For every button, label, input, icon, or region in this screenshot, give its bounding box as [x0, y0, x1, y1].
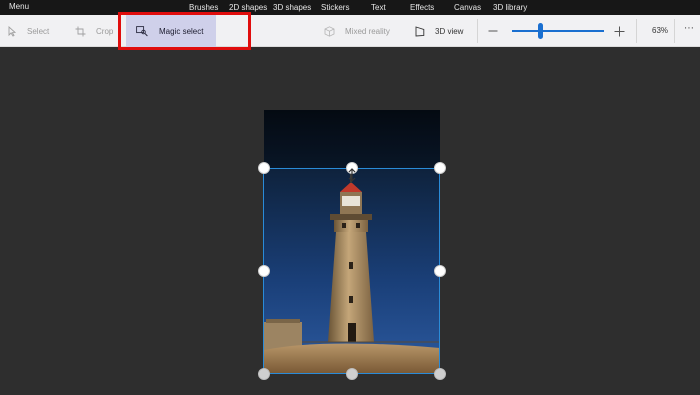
zoom-in-button[interactable]: [614, 15, 625, 47]
resize-handle-bottom-right[interactable]: [434, 368, 446, 380]
tab-3d-shapes[interactable]: 3D shapes: [273, 3, 311, 12]
crop-icon: [75, 26, 86, 36]
resize-handle-top-right[interactable]: [434, 162, 446, 174]
tab-effects[interactable]: Effects: [410, 3, 434, 12]
3d-view-button[interactable]: 3D view: [415, 15, 463, 47]
tab-3d-library[interactable]: 3D library: [493, 3, 527, 12]
toolbar: Select Crop Magic select Mixed reality 3…: [0, 15, 700, 47]
divider: [477, 19, 478, 43]
menu-bar: Menu Brushes 2D shapes 3D shapes Sticker…: [0, 0, 700, 15]
tab-2d-shapes[interactable]: 2D shapes: [229, 3, 267, 12]
resize-handle-top-left[interactable]: [258, 162, 270, 174]
move-cursor-icon: [348, 168, 356, 182]
divider: [674, 19, 675, 43]
divider: [636, 19, 637, 43]
crop-label: Crop: [96, 26, 114, 36]
zoom-slider-track[interactable]: [512, 30, 604, 32]
resize-handle-right[interactable]: [434, 265, 446, 277]
crop-tool[interactable]: Crop: [75, 15, 113, 47]
3d-view-label: 3D view: [435, 26, 464, 36]
tab-text[interactable]: Text: [371, 3, 386, 12]
plus-icon: [614, 26, 625, 36]
resize-handle-bottom[interactable]: [346, 368, 358, 380]
tab-stickers[interactable]: Stickers: [321, 3, 349, 12]
tab-canvas[interactable]: Canvas: [454, 3, 481, 12]
zoom-slider-thumb[interactable]: [538, 23, 544, 39]
menu-button[interactable]: Menu: [9, 2, 29, 11]
tab-brushes[interactable]: Brushes: [189, 3, 218, 12]
resize-handle-bottom-left[interactable]: [258, 368, 270, 380]
zoom-percentage[interactable]: 63%: [652, 26, 668, 35]
select-label: Select: [27, 26, 50, 36]
minus-icon: [488, 30, 498, 32]
magic-select-highlight: [118, 12, 251, 50]
3d-view-icon: [415, 25, 425, 36]
cursor-icon: [8, 25, 17, 37]
mixed-reality-label: Mixed reality: [345, 26, 390, 36]
mixed-reality-button[interactable]: Mixed reality: [324, 15, 390, 47]
selection-box[interactable]: [263, 168, 440, 374]
resize-handle-left[interactable]: [258, 265, 270, 277]
select-tool[interactable]: Select: [8, 15, 49, 47]
mixed-reality-icon: [324, 25, 335, 37]
zoom-out-button[interactable]: [488, 15, 498, 47]
more-options-icon[interactable]: ⋯: [684, 23, 695, 34]
